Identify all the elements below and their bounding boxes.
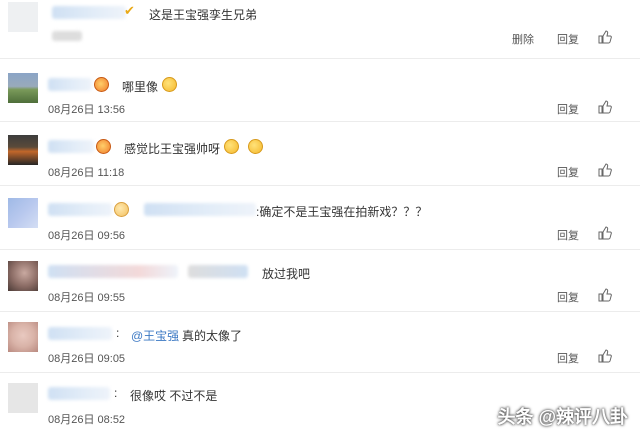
emoji-icon (94, 77, 109, 92)
comment-text: 这是王宝强孪生兄弟 (149, 8, 258, 22)
emoji-icon (114, 202, 129, 217)
comment-row: 放过我吧 08月26日 09:55 回复 (0, 250, 640, 312)
laugh-emoji-icon (224, 139, 239, 154)
username-blurred[interactable] (48, 78, 92, 91)
comment-row: 哪里像 08月26日 13:56 回复 (0, 59, 640, 122)
comment-row: ✔ 这是王宝强孪生兄弟 删除 回复 (0, 0, 640, 59)
comment-text: 感觉比王宝强帅呀 (124, 142, 221, 156)
verified-icon: ✔ (124, 3, 135, 18)
reply-button[interactable]: 回复 (557, 31, 579, 47)
like-icon[interactable] (598, 30, 612, 44)
like-icon[interactable] (598, 226, 612, 240)
like-icon[interactable] (598, 163, 612, 177)
avatar[interactable] (8, 383, 38, 413)
time-blurred (52, 31, 82, 41)
colon: : (114, 386, 118, 400)
mentioned-user-blurred[interactable] (188, 265, 248, 278)
reply-button[interactable]: 回复 (557, 350, 579, 366)
avatar[interactable] (8, 2, 38, 32)
comment-text: 真的太像了 (182, 329, 243, 343)
comment-text: 很像哎 不过不是 (130, 389, 218, 403)
username-blurred[interactable] (48, 327, 112, 340)
comment-time: 08月26日 09:55 (48, 292, 126, 304)
comment-time: 08月26日 09:56 (48, 230, 126, 242)
delete-button[interactable]: 删除 (512, 31, 534, 47)
colon: : (116, 326, 120, 340)
comment-row: : @王宝强 真的太像了 08月26日 09:05 回复 (0, 312, 640, 373)
reply-button[interactable]: 回复 (557, 164, 579, 180)
comment-time: 08月26日 09:05 (48, 353, 126, 365)
avatar[interactable] (8, 198, 38, 228)
comment-text: :确定不是王宝强在拍新戏？？？ (256, 205, 428, 219)
reply-button[interactable]: 回复 (557, 289, 579, 305)
comment-text: 放过我吧 (262, 267, 311, 281)
username-blurred[interactable] (48, 387, 110, 400)
avatar[interactable] (8, 322, 38, 352)
username-blurred[interactable] (52, 6, 126, 19)
comment-text: 哪里像 (122, 80, 159, 94)
reply-button[interactable]: 回复 (557, 101, 579, 117)
username-blurred[interactable] (48, 265, 178, 278)
like-icon[interactable] (598, 288, 612, 302)
comment-time: 08月26日 13:56 (48, 104, 126, 116)
like-icon[interactable] (598, 100, 612, 114)
laugh-emoji-icon (162, 77, 177, 92)
mentioned-user-blurred[interactable] (144, 203, 256, 216)
username-blurred[interactable] (48, 203, 112, 216)
comment-row: 感觉比王宝强帅呀 08月26日 11:18 回复 (0, 122, 640, 186)
like-icon[interactable] (598, 349, 612, 363)
username-blurred[interactable] (48, 140, 94, 153)
comment-row: :确定不是王宝强在拍新戏？？？ 08月26日 09:56 回复 (0, 186, 640, 250)
emoji-icon (96, 139, 111, 154)
avatar[interactable] (8, 261, 38, 291)
avatar[interactable] (8, 135, 38, 165)
avatar[interactable] (8, 73, 38, 103)
comment-time: 08月26日 11:18 (48, 167, 125, 179)
laugh-emoji-icon (248, 139, 263, 154)
comment-time: 08月26日 08:52 (48, 414, 126, 426)
mention-link[interactable]: @王宝强 (131, 327, 179, 344)
watermark: 头条 @辣评八卦 (497, 407, 628, 427)
reply-button[interactable]: 回复 (557, 227, 579, 243)
